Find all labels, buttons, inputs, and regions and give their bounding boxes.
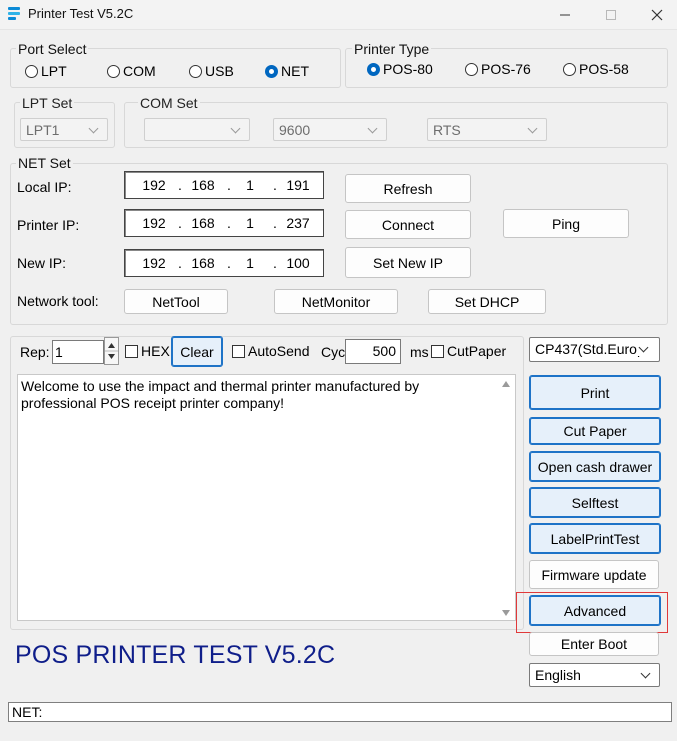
local-ip-field[interactable]: 192 . 168 . 1 . 191: [124, 171, 324, 199]
ms-label: ms: [410, 344, 429, 360]
new-ip-field[interactable]: 192 . 168 . 1 . 100: [124, 249, 324, 277]
chevron-down-icon: [366, 123, 380, 137]
rep-stepper[interactable]: [104, 337, 119, 365]
autosend-checkbox[interactable]: AutoSend: [232, 343, 310, 359]
printer-ip-field[interactable]: 192 . 168 . 1 . 237: [124, 209, 324, 237]
message-textarea[interactable]: Welcome to use the impact and thermal pr…: [17, 374, 516, 621]
new-ip-label: New IP:: [17, 255, 67, 271]
print-button[interactable]: Print: [529, 375, 661, 410]
chevron-down-icon: [639, 668, 653, 682]
minimize-button[interactable]: [542, 0, 588, 30]
radio-button: [107, 64, 120, 78]
radio-lpt[interactable]: LPT: [25, 63, 67, 79]
chevron-down-icon: [637, 342, 657, 356]
radio-pos-58[interactable]: POS-58: [563, 61, 629, 77]
maximize-button: [588, 0, 634, 30]
refresh-button[interactable]: Refresh: [345, 174, 471, 203]
radio-pos-76[interactable]: POS-76: [465, 61, 531, 77]
set-new-ip-button[interactable]: Set New IP: [345, 247, 471, 278]
radio-button: [563, 62, 576, 76]
chevron-down-icon: [229, 123, 243, 137]
chevron-down-icon: [526, 123, 540, 137]
cycle-input[interactable]: 500: [345, 339, 401, 364]
checkbox: [431, 344, 444, 358]
close-icon: [651, 9, 663, 21]
chevron-down-icon: [87, 123, 101, 137]
clear-button[interactable]: Clear: [171, 336, 223, 367]
radio-button-selected: [265, 64, 278, 78]
status-bar: NET:: [8, 702, 672, 722]
hex-checkbox[interactable]: HEX: [125, 343, 170, 359]
flow-control-select: RTS: [427, 118, 547, 141]
com-set-label: COM Set: [138, 95, 200, 111]
net-set-label: NET Set: [16, 155, 73, 171]
radio-button: [25, 64, 38, 78]
selftest-button[interactable]: Selftest: [529, 487, 661, 518]
firmware-update-button[interactable]: Firmware update: [529, 560, 659, 589]
local-ip-label: Local IP:: [17, 179, 72, 195]
network-tool-label: Network tool:: [17, 293, 99, 309]
cyc-label: Cyc: [321, 344, 346, 360]
radio-pos-80[interactable]: POS-80: [367, 61, 433, 77]
set-dhcp-button[interactable]: Set DHCP: [428, 289, 546, 314]
app-banner: POS PRINTER TEST V5.2C: [15, 641, 336, 669]
radio-button: [465, 62, 478, 76]
maximize-icon: [606, 10, 616, 20]
connect-button[interactable]: Connect: [345, 210, 471, 239]
app-icon: [8, 7, 20, 21]
ping-button[interactable]: Ping: [503, 209, 629, 238]
label-print-test-button[interactable]: LabelPrintTest: [529, 523, 661, 554]
stepper-arrows-icon: [105, 343, 118, 359]
language-select[interactable]: English: [529, 663, 660, 687]
window-title: Printer Test V5.2C: [28, 6, 134, 21]
netmonitor-button[interactable]: NetMonitor: [274, 289, 398, 314]
textarea-scrollbar[interactable]: [499, 376, 514, 621]
enter-boot-button[interactable]: Enter Boot: [529, 632, 659, 656]
com-port-select: [144, 118, 250, 141]
lpt-port-select: LPT1: [20, 118, 108, 141]
rep-input[interactable]: 1: [52, 340, 104, 364]
cut-paper-button[interactable]: Cut Paper: [529, 417, 661, 445]
checkbox: [125, 344, 138, 358]
radio-button-selected: [367, 62, 380, 76]
close-button[interactable]: [634, 0, 677, 30]
radio-com[interactable]: COM: [107, 63, 156, 79]
printer-ip-label: Printer IP:: [17, 217, 80, 233]
radio-usb[interactable]: USB: [189, 63, 234, 79]
port-select-label: Port Select: [16, 41, 89, 57]
minimize-icon: [560, 14, 570, 16]
scroll-arrows-icon: [502, 381, 510, 616]
advanced-button[interactable]: Advanced: [529, 595, 661, 626]
checkbox: [232, 344, 245, 358]
open-cash-drawer-button[interactable]: Open cash drawer: [529, 451, 661, 482]
cutpaper-checkbox[interactable]: CutPaper: [431, 343, 506, 359]
lpt-set-label: LPT Set: [20, 95, 75, 111]
baud-rate-select: 9600: [273, 118, 387, 141]
printer-type-label: Printer Type: [352, 41, 432, 57]
codepage-select[interactable]: CP437(Std.Europe: [529, 337, 660, 362]
radio-net[interactable]: NET: [265, 63, 309, 79]
nettool-button[interactable]: NetTool: [124, 289, 228, 314]
radio-button: [189, 64, 202, 78]
rep-label: Rep:: [20, 344, 50, 360]
